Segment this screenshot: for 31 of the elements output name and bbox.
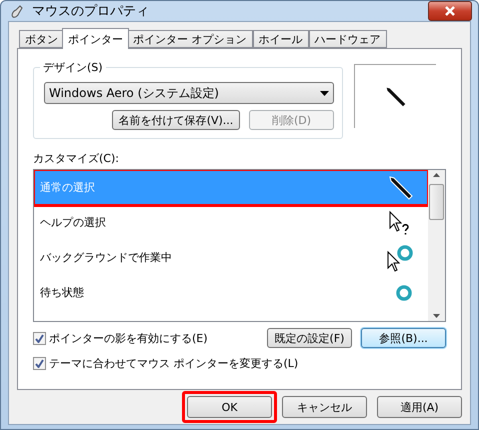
pen-cursor-icon — [388, 174, 414, 200]
working-cursor-icon — [386, 244, 414, 272]
scroll-thumb[interactable] — [429, 184, 444, 220]
scheme-dropdown[interactable]: Windows Aero (システム設定) — [44, 82, 334, 104]
cursor-list-item[interactable]: ヘルプの選択 — [34, 205, 428, 240]
dropdown-arrow-icon — [320, 90, 329, 96]
cursor-list-item[interactable]: バックグラウンドで作業中 — [34, 240, 428, 275]
browse-button[interactable]: 参照(B)... — [361, 328, 446, 348]
check-icon — [35, 334, 44, 342]
group-label: デザイン(S) — [40, 60, 106, 75]
tab[interactable]: ボタン — [19, 30, 64, 48]
checkbox[interactable]: テーマに合わせてマウス ポインターを変更する(L) — [33, 356, 298, 371]
close-button[interactable] — [428, 1, 472, 21]
save-as-button[interactable]: 名前を付けて保存(V)... — [112, 110, 240, 130]
tab[interactable]: ホイール — [252, 30, 308, 48]
tab[interactable]: ポインター — [62, 28, 129, 49]
cursor-list-item[interactable]: 待ち状態 — [34, 275, 428, 310]
ok-button[interactable]: OK — [187, 396, 272, 418]
check-icon — [35, 359, 44, 368]
customize-label: カスタマイズ(C): — [33, 151, 120, 166]
cancel-button[interactable]: キャンセル — [282, 396, 367, 418]
apply-button[interactable]: 適用(A) — [377, 396, 462, 418]
tab[interactable]: ハードウェア — [308, 30, 386, 48]
default-button[interactable]: 既定の設定(F) — [267, 328, 352, 348]
tab[interactable]: ポインター オプション — [127, 30, 252, 48]
checkbox[interactable]: ポインターの影を有効にする(E) — [33, 330, 208, 346]
scrollbar[interactable] — [428, 170, 445, 321]
busy-cursor-icon — [394, 282, 414, 302]
close-icon — [444, 6, 456, 16]
window-title: マウスのプロパティ — [32, 3, 150, 20]
pen-cursor-icon — [384, 86, 406, 108]
